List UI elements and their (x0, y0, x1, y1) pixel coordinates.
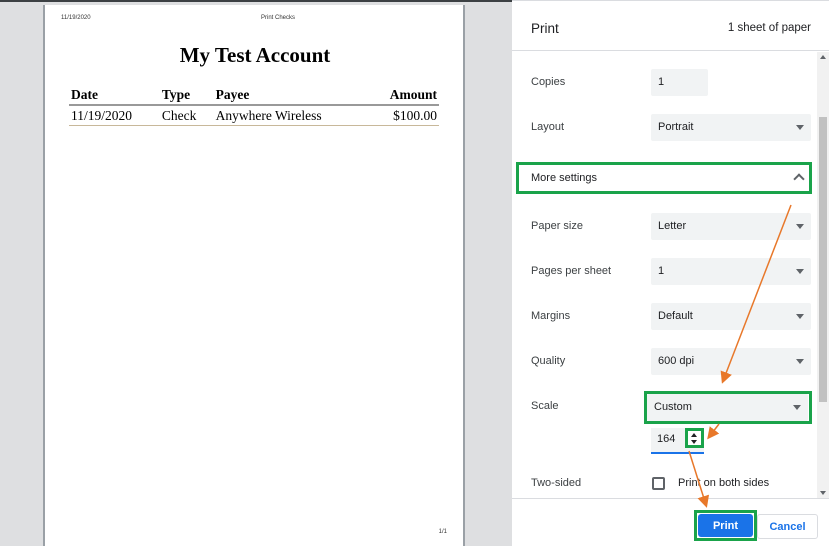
column-header-date: Date (69, 85, 160, 106)
chevron-up-icon (793, 173, 805, 185)
panel-footer: Print Cancel (512, 498, 829, 546)
dropdown-caret-icon (796, 125, 804, 130)
pages-per-sheet-select[interactable]: 1 (651, 258, 811, 285)
cancel-button[interactable]: Cancel (757, 514, 818, 539)
quality-select[interactable]: 600 dpi (651, 348, 811, 375)
page-header-date: 11/19/2020 (61, 15, 91, 21)
quality-value: 600 dpi (658, 355, 695, 367)
copies-input[interactable]: 1 (651, 69, 708, 96)
scroll-up-icon[interactable] (820, 55, 826, 59)
panel-header: Print 1 sheet of paper (512, 1, 829, 51)
two-sided-option-label: Print on both sides (678, 477, 770, 489)
settings-scrollbar[interactable] (817, 52, 829, 498)
panel-title: Print (531, 21, 559, 36)
scroll-down-icon[interactable] (820, 491, 826, 495)
dropdown-caret-icon (796, 314, 804, 319)
print-preview-area: 11/19/2020 Print Checks My Test Account … (0, 0, 512, 546)
print-settings-panel: Print 1 sheet of paper Copies 1 Layout P… (512, 0, 829, 546)
print-button[interactable]: Print (698, 514, 753, 537)
paper-size-value: Letter (658, 220, 687, 232)
document-title: My Test Account (179, 43, 331, 67)
column-header-payee: Payee (213, 85, 368, 106)
pages-per-sheet-value: 1 (658, 265, 665, 277)
page-number: 1/1 (438, 529, 447, 535)
settings-list[interactable]: Copies 1 Layout Portrait More settings P… (512, 52, 829, 498)
column-header-type: Type (159, 85, 214, 106)
more-settings-toggle[interactable]: More settings (516, 162, 812, 194)
scroll-thumb[interactable] (819, 117, 827, 402)
copies-label: Copies (531, 76, 566, 88)
margins-value: Default (658, 310, 693, 322)
sheet-count: 1 sheet of paper (727, 22, 811, 34)
margins-select[interactable]: Default (651, 303, 811, 330)
paper-size-label: Paper size (531, 220, 583, 232)
table-row: 11/19/2020 Check Anywhere Wireless $100.… (69, 105, 439, 126)
page-header-title: Print Checks (261, 15, 296, 21)
two-sided-label: Two-sided (531, 477, 582, 489)
paper-size-select[interactable]: Letter (651, 213, 811, 240)
cell-type: Check (159, 105, 214, 126)
checks-table: Date Type Payee Amount 11/19/2020 Check … (69, 85, 439, 126)
pages-per-sheet-label: Pages per sheet (531, 265, 612, 277)
scale-spinner[interactable] (685, 428, 704, 448)
preview-page: 11/19/2020 Print Checks My Test Account … (43, 5, 465, 546)
table-header-row: Date Type Payee Amount (69, 85, 439, 106)
scale-label: Scale (531, 400, 559, 412)
spinner-down-icon[interactable] (691, 440, 697, 444)
cell-amount: $100.00 (367, 105, 439, 126)
layout-value: Portrait (658, 121, 694, 133)
cell-payee: Anywhere Wireless (213, 105, 368, 126)
layout-label: Layout (531, 121, 565, 133)
dropdown-caret-icon (796, 359, 804, 364)
quality-label: Quality (531, 355, 566, 367)
column-header-amount: Amount (367, 85, 439, 106)
dropdown-caret-icon (796, 224, 804, 229)
margins-label: Margins (531, 310, 571, 322)
cell-date: 11/19/2020 (69, 105, 160, 126)
scale-custom-value: 164 (657, 433, 676, 445)
layout-select[interactable]: Portrait (651, 114, 811, 141)
dropdown-caret-icon (796, 269, 804, 274)
more-settings-label: More settings (531, 172, 598, 184)
two-sided-checkbox[interactable] (652, 477, 665, 490)
spinner-up-icon[interactable] (691, 433, 697, 437)
scale-highlight-box (644, 391, 812, 424)
